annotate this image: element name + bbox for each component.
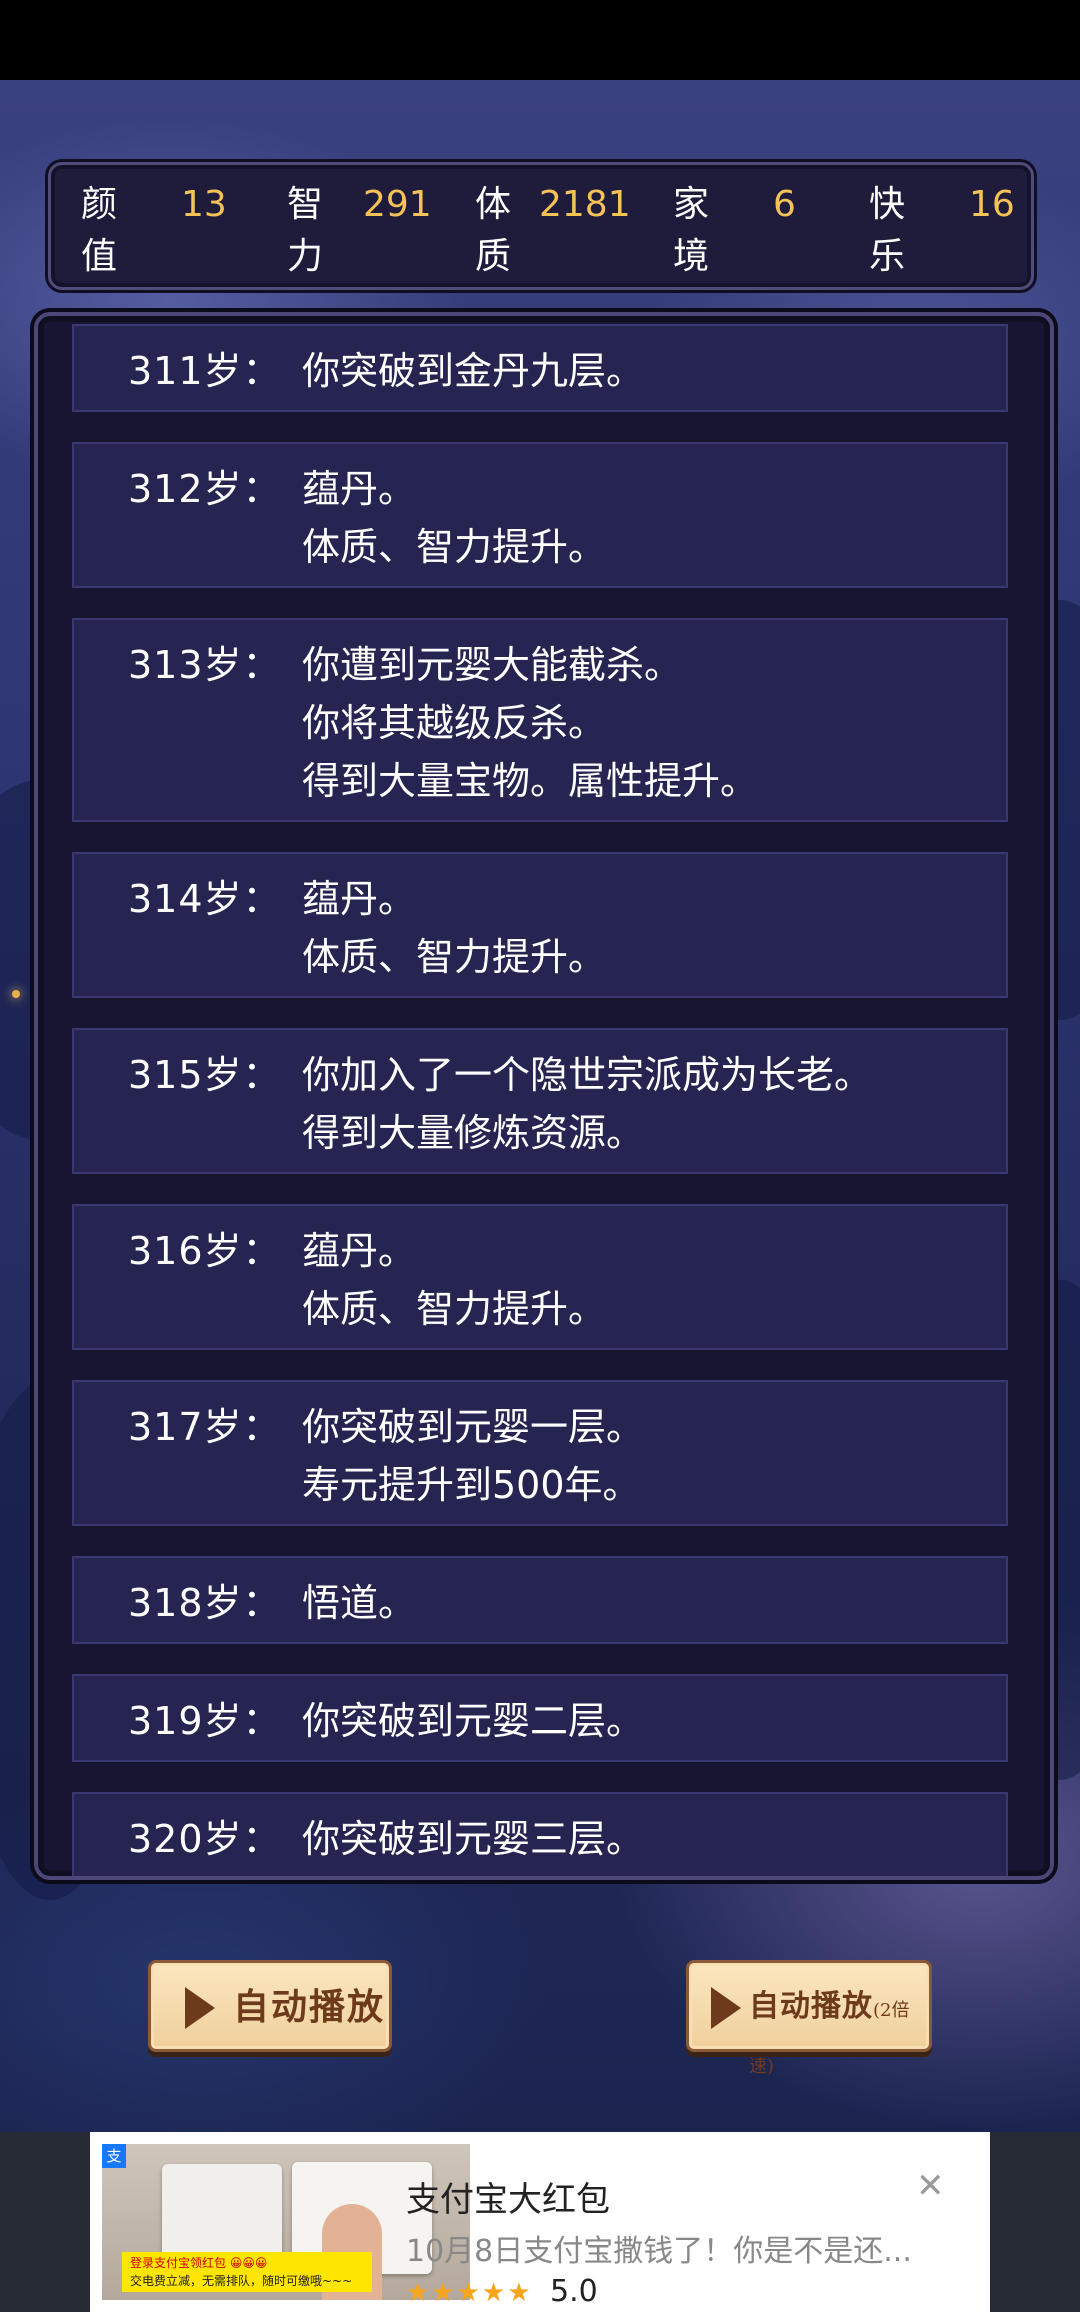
stat-label: 颜值 xyxy=(81,184,118,277)
age-label: 313岁： xyxy=(128,643,282,687)
stat-value: 291 xyxy=(363,184,432,225)
list-item: 312岁： 蕴丹。 体质、智力提升。 xyxy=(72,442,1008,588)
stat-value: 13 xyxy=(181,184,227,225)
play-icon xyxy=(185,1987,215,2029)
age-label: 318岁： xyxy=(128,1581,282,1625)
ad-rating: 5.0 xyxy=(550,2274,598,2309)
event-text: 你遭到元婴大能截杀。 xyxy=(302,643,683,687)
list-item: 319岁： 你突破到元婴二层。 xyxy=(72,1674,1008,1762)
event-text: 你突破到元婴三层。 xyxy=(302,1817,645,1861)
age-label: 316岁： xyxy=(128,1229,282,1273)
event-text: 蕴丹。 xyxy=(302,1229,417,1273)
event-text: 寿元提升到500年。 xyxy=(302,1463,641,1507)
list-item: 320岁： 你突破到元婴三层。 xyxy=(72,1792,1008,1876)
close-icon[interactable]: ✕ xyxy=(916,2166,945,2206)
event-text: 悟道。 xyxy=(302,1581,417,1625)
event-text: 得到大量修炼资源。 xyxy=(302,1111,645,1155)
stat-label: 家境 xyxy=(673,184,710,277)
event-text: 你突破到元婴二层。 xyxy=(302,1699,645,1743)
list-item: 317岁： 你突破到元婴一层。 寿元提升到500年。 xyxy=(72,1380,1008,1526)
event-text: 体质、智力提升。 xyxy=(302,525,607,569)
event-text: 你将其越级反杀。 xyxy=(302,701,607,745)
autoplay-2x-label: 自动播放(2倍速) xyxy=(749,1989,910,2077)
event-text: 体质、智力提升。 xyxy=(302,935,607,979)
event-text: 你突破到金丹九层。 xyxy=(302,349,645,393)
age-label: 312岁： xyxy=(128,467,282,511)
age-label: 319岁： xyxy=(128,1699,282,1743)
event-text: 你突破到元婴一层。 xyxy=(302,1405,645,1449)
star-rating-icon: ★★★★★ xyxy=(406,2278,533,2308)
attributes-bar: 颜值 13 智 力 291 体 质 2181 家境 6 快乐 16 xyxy=(48,162,1034,290)
age-label: 314岁： xyxy=(128,877,282,921)
play-icon xyxy=(711,1987,741,2029)
stat-value: 16 xyxy=(969,184,1015,225)
event-text: 蕴丹。 xyxy=(302,877,417,921)
autoplay-2x-button[interactable]: 自动播放(2倍速) xyxy=(686,1960,932,2077)
ad-image-caption: 登录支付宝领红包 😀😀😀 交电费立减，无需排队，随时可缴哦~~~ xyxy=(122,2252,372,2292)
ad-description: 10月8日支付宝撒钱了！你是不是还... xyxy=(406,2234,912,2269)
age-label: 317岁： xyxy=(128,1405,282,1449)
stat-label: 体 质 xyxy=(475,184,512,277)
ad-image[interactable]: 支 登录支付宝领红包 😀😀😀 交电费立减，无需排队，随时可缴哦~~~ xyxy=(102,2144,470,2300)
ad-title: 支付宝大红包 xyxy=(406,2180,610,2220)
age-label: 315岁： xyxy=(128,1053,282,1097)
list-item: 314岁： 蕴丹。 体质、智力提升。 xyxy=(72,852,1008,998)
stat-label: 快乐 xyxy=(869,184,906,277)
stat-value: 6 xyxy=(773,184,796,225)
list-item: 313岁： 你遭到元婴大能截杀。 你将其越级反杀。 得到大量宝物。属性提升。 xyxy=(72,618,1008,822)
event-text: 你加入了一个隐世宗派成为长老。 xyxy=(302,1053,873,1097)
stat-label: 智 力 xyxy=(287,184,324,277)
list-item: 316岁： 蕴丹。 体质、智力提升。 xyxy=(72,1204,1008,1350)
event-text: 蕴丹。 xyxy=(302,467,417,511)
autoplay-button[interactable]: 自动播放 xyxy=(148,1960,392,2052)
event-text: 体质、智力提升。 xyxy=(302,1287,607,1331)
list-item: 318岁： 悟道。 xyxy=(72,1556,1008,1644)
life-log-list[interactable]: 311岁： 你突破到金丹九层。 312岁： 蕴丹。 体质、智力提升。 313岁：… xyxy=(72,324,1008,1876)
stat-value: 2181 xyxy=(539,184,631,225)
ad-banner[interactable]: 支 登录支付宝领红包 😀😀😀 交电费立减，无需排队，随时可缴哦~~~ 支付宝大红… xyxy=(90,2132,990,2312)
status-bar xyxy=(0,0,1080,80)
age-label: 320岁： xyxy=(128,1817,282,1861)
autoplay-label: 自动播放 xyxy=(233,1986,386,2028)
event-text: 得到大量宝物。属性提升。 xyxy=(302,759,759,803)
list-item: 315岁： 你加入了一个隐世宗派成为长老。 得到大量修炼资源。 xyxy=(72,1028,1008,1174)
alipay-icon: 支 xyxy=(102,2144,126,2168)
list-item: 311岁： 你突破到金丹九层。 xyxy=(72,324,1008,412)
age-label: 311岁： xyxy=(128,349,282,393)
